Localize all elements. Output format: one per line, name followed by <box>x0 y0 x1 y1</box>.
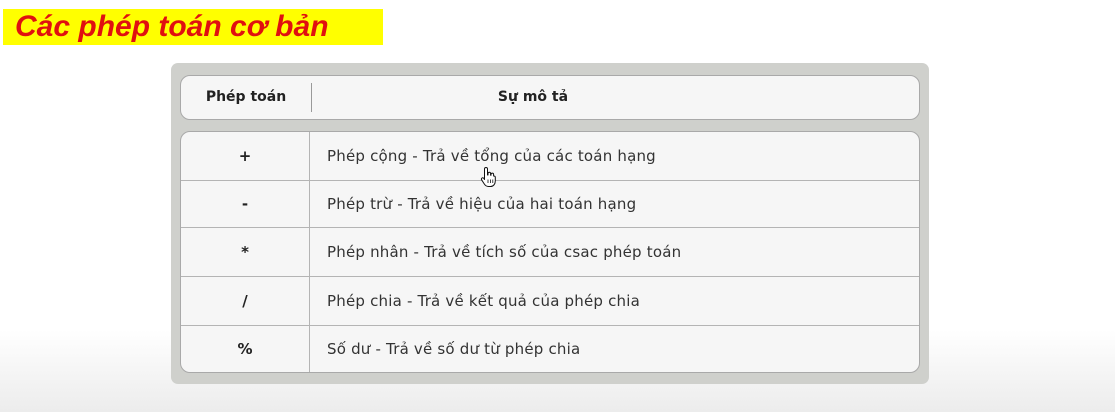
table-body: + Phép cộng - Trả về tổng của các toán h… <box>180 131 920 373</box>
hand-pointer-icon <box>480 167 496 187</box>
row-operator: % <box>237 340 253 358</box>
row-description: Phép nhân - Trả về tích số của csac phép… <box>327 243 682 261</box>
column-divider <box>309 132 310 180</box>
header-operator: Phép toán <box>205 89 287 105</box>
row-operator: * <box>241 243 249 261</box>
header-description: Sự mô tả <box>497 89 569 105</box>
table-row: + Phép cộng - Trả về tổng của các toán h… <box>181 132 919 180</box>
row-operator: / <box>242 292 248 310</box>
row-description: Số dư - Trả về số dư từ phép chia <box>327 340 581 358</box>
table-row: % Số dư - Trả về số dư từ phép chia <box>181 326 919 372</box>
operators-table: Phép toán Sự mô tả + Phép cộng - Trả về … <box>171 63 929 384</box>
column-divider <box>309 228 310 276</box>
column-divider <box>309 277 310 325</box>
table-row: / Phép chia - Trả về kết quả của phép ch… <box>181 277 919 325</box>
row-description: Phép chia - Trả về kết quả của phép chia <box>327 292 641 310</box>
table-row: - Phép trừ - Trả về hiệu của hai toán hạ… <box>181 181 919 227</box>
page-title: Các phép toán cơ bản <box>3 9 383 45</box>
column-divider <box>309 181 310 227</box>
row-operator: - <box>241 195 249 213</box>
column-divider <box>309 326 310 372</box>
row-operator: + <box>238 147 252 165</box>
table-row: * Phép nhân - Trả về tích số của csac ph… <box>181 228 919 276</box>
table-header: Phép toán Sự mô tả <box>180 75 920 120</box>
